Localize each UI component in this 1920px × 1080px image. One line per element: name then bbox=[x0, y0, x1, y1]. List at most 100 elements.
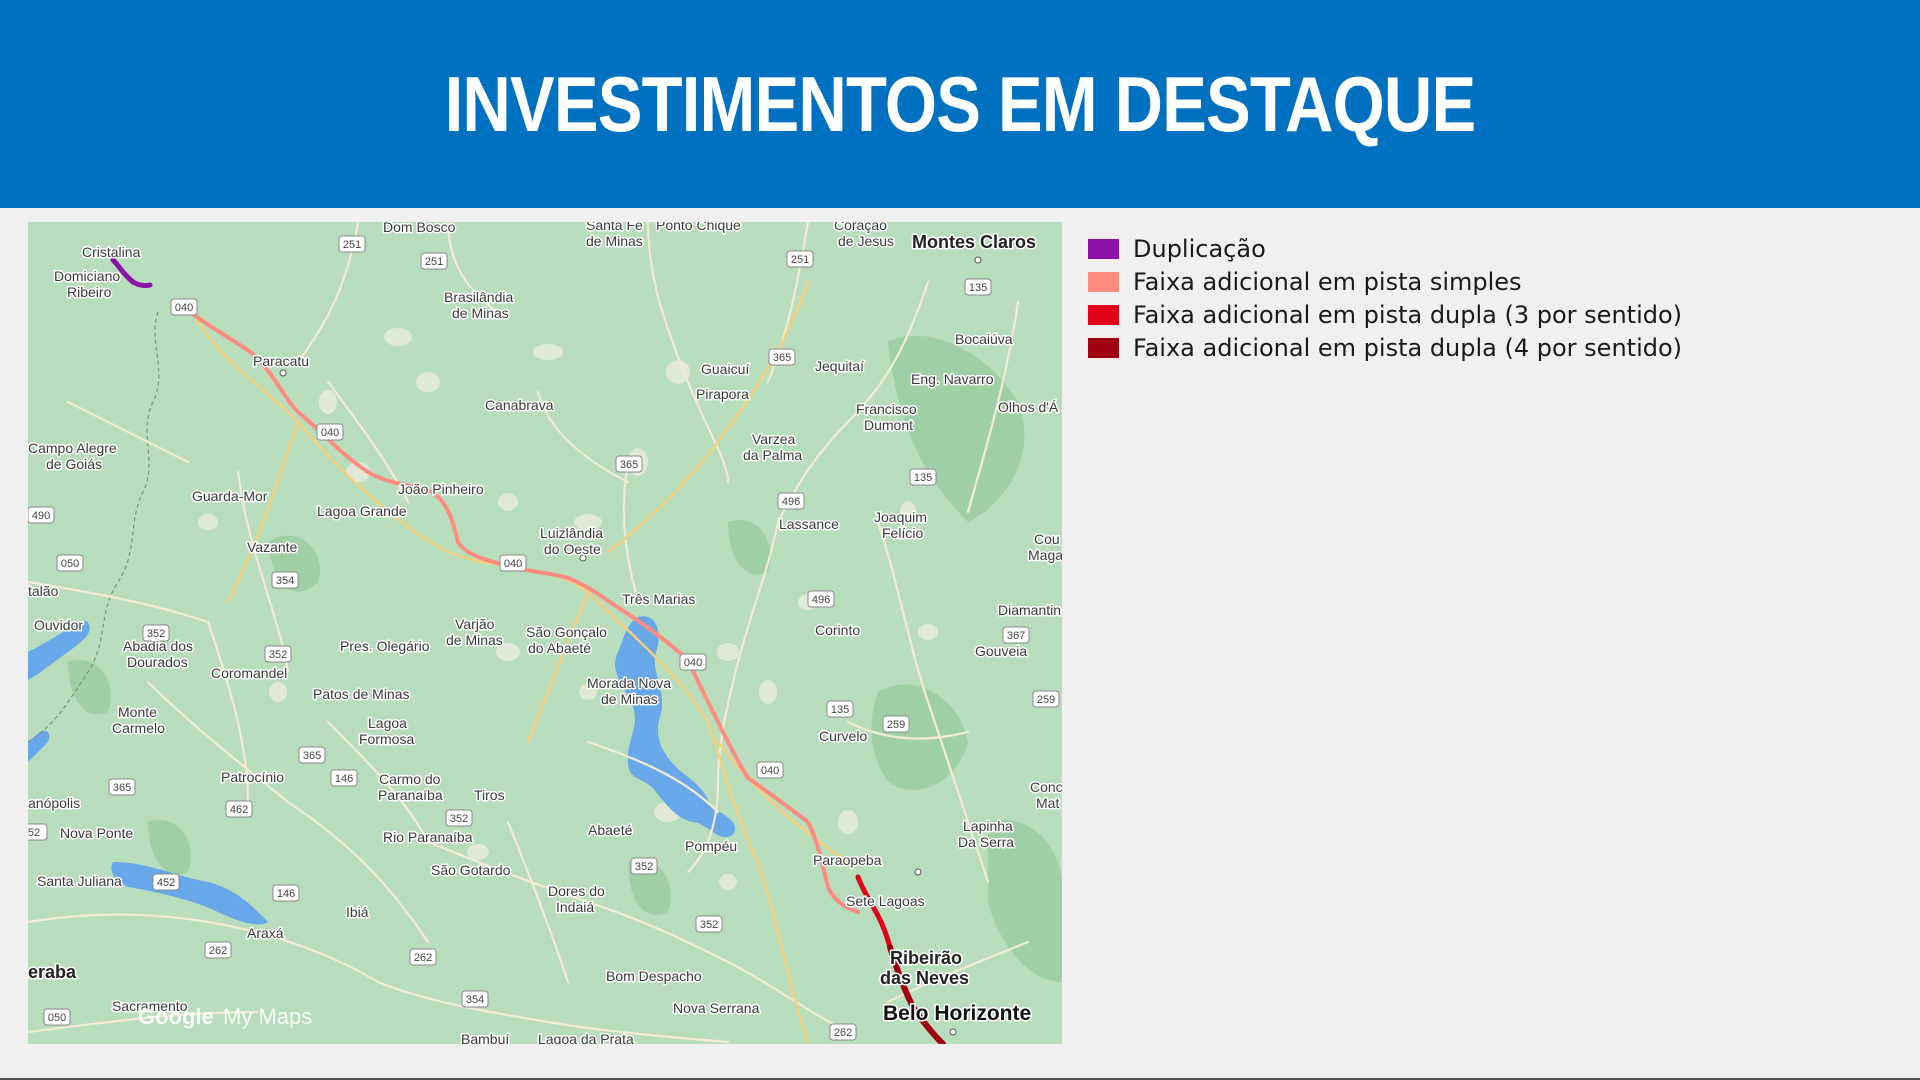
city-label: Ibiá bbox=[346, 904, 369, 920]
city-label: Varzea bbox=[752, 431, 796, 447]
road-shield-label: 146 bbox=[335, 773, 353, 785]
city-label: Ribeirão bbox=[890, 948, 962, 968]
road-shield-label: 251 bbox=[425, 256, 443, 268]
city-label: Vazante bbox=[247, 539, 298, 555]
city-label: da Palma bbox=[743, 447, 802, 463]
city-label: Nova Serrana bbox=[673, 1000, 760, 1016]
legend-swatch-purple bbox=[1088, 238, 1119, 259]
city-label: Guarda-Mor bbox=[192, 488, 268, 504]
road-shield-label: 365 bbox=[773, 352, 791, 364]
city-label: Santa Fé bbox=[586, 222, 643, 233]
city-label: Formosa bbox=[359, 731, 414, 747]
city-label: Bambuí bbox=[461, 1031, 509, 1044]
city-label: Coração bbox=[834, 222, 887, 233]
road-shield-label: 367 bbox=[1007, 630, 1025, 642]
city-label: Lagoa da Prata bbox=[538, 1031, 634, 1044]
road-shield-label: 496 bbox=[782, 496, 800, 508]
road-shield-label: 354 bbox=[466, 994, 484, 1006]
legend-item-pista-simples: Faixa adicional em pista simples bbox=[1088, 265, 1682, 298]
city-label: Patrocínio bbox=[221, 769, 284, 785]
city-label: Olhos d'Á bbox=[998, 399, 1059, 415]
city-label: Varjão bbox=[455, 616, 495, 632]
city-label: Tiros bbox=[474, 787, 505, 803]
road-shield-label: 462 bbox=[230, 804, 248, 816]
road-shield-label: 490 bbox=[32, 510, 50, 522]
city-label: de Goiás bbox=[46, 456, 102, 472]
city-label: Brasilândia bbox=[444, 289, 513, 305]
map-canvas[interactable]: 251 251 251 040 040 040 040 040 135 135 … bbox=[28, 222, 1062, 1044]
road-shield-label: 050 bbox=[48, 1012, 66, 1024]
city-label: eraba bbox=[28, 962, 77, 982]
road-shield-label: 262 bbox=[414, 952, 432, 964]
road-shield-label: 354 bbox=[276, 575, 294, 587]
city-label: Carmo do bbox=[379, 771, 441, 787]
map-panel[interactable]: 251 251 251 040 040 040 040 040 135 135 … bbox=[28, 222, 1062, 1044]
city-label: Campo Alegre bbox=[28, 440, 117, 456]
city-label: Conc bbox=[1030, 779, 1062, 795]
city-label: Ribeiro bbox=[67, 284, 112, 300]
road-shield-label: 040 bbox=[321, 427, 339, 439]
svg-text:My Maps: My Maps bbox=[223, 1004, 312, 1029]
city-label: Dores do bbox=[548, 883, 605, 899]
road-shield-label: 259 bbox=[887, 719, 905, 731]
road-shield-label: 259 bbox=[1037, 694, 1055, 706]
city-label: Rio Paranaíba bbox=[383, 829, 473, 845]
city-label: Domiciano bbox=[54, 268, 120, 284]
city-label: Canabrava bbox=[485, 397, 554, 413]
road-shield-label: 040 bbox=[504, 558, 522, 570]
city-label: Paranaíba bbox=[378, 787, 443, 803]
city-label: João Pinheiro bbox=[398, 481, 484, 497]
road-shield-label: 135 bbox=[969, 282, 987, 294]
city-label: de Minas bbox=[452, 305, 509, 321]
city-label: Patos de Minas bbox=[313, 686, 410, 702]
road-shield-label: 352 bbox=[700, 919, 718, 931]
city-label: do Oeste bbox=[544, 541, 601, 557]
road-shield-label: 262 bbox=[209, 945, 227, 957]
road-shield-label: 135 bbox=[831, 704, 849, 716]
city-label: do Abaeté bbox=[528, 640, 591, 656]
road-shield-label: 050 bbox=[61, 558, 79, 570]
google-my-maps-logo: Google My Maps bbox=[138, 1004, 312, 1029]
page-title: INVESTIMENTOS EM DESTAQUE bbox=[444, 60, 1477, 148]
city-label: Paraopeba bbox=[813, 852, 882, 868]
city-label: de Minas bbox=[446, 632, 503, 648]
legend-label: Duplicação bbox=[1133, 234, 1266, 263]
city-label: das Neves bbox=[880, 968, 969, 988]
city-label: Pompéu bbox=[685, 838, 737, 854]
city-label: Jequitaí bbox=[815, 358, 864, 374]
city-label: Francisco bbox=[856, 401, 917, 417]
city-label: São Gotardo bbox=[431, 862, 511, 878]
city-label: Guaicuí bbox=[701, 361, 749, 377]
city-label: Da Serra bbox=[958, 834, 1014, 850]
city-label: Belo Horizonte bbox=[883, 1002, 1031, 1025]
road-shield-label: 365 bbox=[620, 459, 638, 471]
city-label: Lagoa bbox=[368, 715, 407, 731]
legend-label: Faixa adicional em pista simples bbox=[1133, 267, 1522, 296]
legend-swatch-dark-red bbox=[1088, 337, 1119, 358]
city-label: Abaeté bbox=[588, 822, 633, 838]
city-label: Monte bbox=[118, 704, 157, 720]
city-label: de Jesus bbox=[838, 233, 894, 249]
city-label: anópolis bbox=[28, 795, 80, 811]
city-label: Montes Claros bbox=[912, 232, 1036, 252]
city-label: Mat bbox=[1036, 795, 1059, 811]
city-label: Ouvidor bbox=[34, 617, 83, 633]
city-label: Luizlândia bbox=[540, 525, 603, 541]
legend-swatch-red bbox=[1088, 304, 1119, 325]
city-label: Nova Ponte bbox=[60, 825, 133, 841]
road-shield-label: 146 bbox=[277, 888, 295, 900]
city-label: Coromandel bbox=[211, 665, 287, 681]
road-shield-label: 352 bbox=[450, 813, 468, 825]
legend-label: Faixa adicional em pista dupla (3 por se… bbox=[1133, 300, 1683, 329]
city-label: Paracatu bbox=[253, 353, 309, 369]
city-label: Morada Nova bbox=[587, 675, 671, 691]
road-shield-label: 365 bbox=[303, 750, 321, 762]
road-shield-label: 365 bbox=[113, 782, 131, 794]
city-label: Maga bbox=[1028, 547, 1062, 563]
city-label: Bocaiúva bbox=[955, 331, 1013, 347]
city-label: Araxá bbox=[247, 925, 284, 941]
city-label: Diamantin bbox=[998, 602, 1061, 618]
city-label: Indaiá bbox=[556, 899, 594, 915]
city-label: Abadia dos bbox=[123, 638, 193, 654]
city-label: Dom Bosco bbox=[383, 222, 456, 235]
